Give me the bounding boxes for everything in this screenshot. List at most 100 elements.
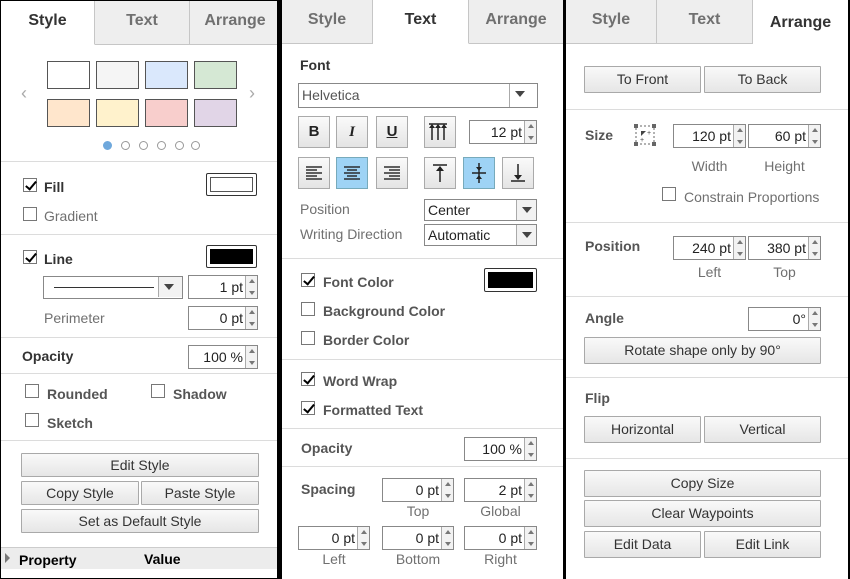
writing-direction-select[interactable]: Automatic <box>424 224 537 246</box>
swatch-light-orange[interactable] <box>47 99 90 127</box>
clear-waypoints-button[interactable]: Clear Waypoints <box>584 500 821 527</box>
chevron-left-icon[interactable]: ‹ <box>21 83 27 104</box>
perimeter-input[interactable]: 0 pt <box>188 306 258 330</box>
tab-style[interactable]: Style <box>566 0 657 44</box>
tab-arrange[interactable]: Arrange <box>190 1 277 45</box>
line-checkbox[interactable] <box>23 250 37 264</box>
tab-text[interactable]: Text <box>95 1 190 45</box>
stepper-icon[interactable] <box>808 308 820 330</box>
bold-button[interactable]: B <box>298 116 330 148</box>
stepper-icon[interactable] <box>357 527 369 549</box>
spacing-right-input[interactable]: 0 pt <box>464 526 537 550</box>
align-bottom-icon[interactable] <box>502 157 534 189</box>
page-dot[interactable] <box>139 141 148 150</box>
tab-text[interactable]: Text <box>373 0 469 44</box>
stepper-icon[interactable] <box>733 125 745 147</box>
align-middle-icon[interactable] <box>463 157 495 189</box>
page-dot-active[interactable] <box>103 141 112 150</box>
stepper-icon[interactable] <box>441 479 453 501</box>
stepper-icon[interactable] <box>524 479 536 501</box>
constrain-proportions-checkbox[interactable] <box>662 187 676 201</box>
stepper-icon[interactable] <box>245 346 257 368</box>
flip-horizontal-button[interactable]: Horizontal <box>584 416 701 443</box>
chevron-down-icon[interactable] <box>516 200 536 220</box>
page-dot[interactable] <box>175 141 184 150</box>
tab-style[interactable]: Style <box>1 1 95 45</box>
paste-style-button[interactable]: Paste Style <box>141 481 259 505</box>
italic-button[interactable]: I <box>336 116 368 148</box>
spacing-global-input[interactable]: 2 pt <box>464 478 537 502</box>
width-input[interactable]: 120 pt <box>673 124 746 148</box>
stepper-icon[interactable] <box>524 438 536 460</box>
text-position-select[interactable]: Center <box>424 199 537 221</box>
spacing-top-input[interactable]: 0 pt <box>382 478 454 502</box>
expand-icon[interactable] <box>5 553 10 563</box>
align-top-icon[interactable] <box>424 157 456 189</box>
stepper-icon[interactable] <box>733 237 745 259</box>
autosize-icon[interactable]: + + <box>634 124 656 151</box>
font-family-select[interactable]: Helvetica <box>298 83 538 108</box>
font-color-picker[interactable] <box>484 268 537 292</box>
swatch-light-red[interactable] <box>145 99 188 127</box>
edit-style-button[interactable]: Edit Style <box>21 453 259 477</box>
fill-color-picker[interactable] <box>206 173 257 196</box>
flip-vertical-button[interactable]: Vertical <box>704 416 821 443</box>
gradient-checkbox[interactable] <box>23 207 37 221</box>
background-color-checkbox[interactable] <box>301 302 315 316</box>
text-opacity-input[interactable]: 100 % <box>464 437 537 461</box>
page-dot[interactable] <box>157 141 166 150</box>
stepper-icon[interactable] <box>245 307 257 329</box>
stepper-icon[interactable] <box>808 125 820 147</box>
rotate-90-button[interactable]: Rotate shape only by 90° <box>584 337 821 364</box>
spacing-left-input[interactable]: 0 pt <box>298 526 370 550</box>
line-color-picker[interactable] <box>206 245 257 268</box>
top-input[interactable]: 380 pt <box>748 236 821 260</box>
vertical-text-icon[interactable] <box>424 116 456 148</box>
copy-size-button[interactable]: Copy Size <box>584 470 821 497</box>
chevron-down-icon[interactable] <box>516 225 536 245</box>
formatted-text-checkbox[interactable] <box>301 401 315 415</box>
set-default-style-button[interactable]: Set as Default Style <box>21 509 259 533</box>
swatch-light-yellow[interactable] <box>96 99 139 127</box>
page-dot[interactable] <box>121 141 130 150</box>
align-center-icon[interactable] <box>336 157 368 189</box>
swatch-light-gray[interactable] <box>96 61 139 89</box>
underline-button[interactable]: U <box>376 116 408 148</box>
align-right-icon[interactable] <box>376 157 408 189</box>
left-input[interactable]: 240 pt <box>673 236 746 260</box>
tab-text[interactable]: Text <box>657 0 753 44</box>
shadow-checkbox[interactable] <box>151 384 165 398</box>
swatch-light-blue[interactable] <box>145 61 188 89</box>
align-left-icon[interactable] <box>298 157 330 189</box>
tab-arrange[interactable]: Arrange <box>753 0 848 44</box>
line-pattern-select[interactable] <box>43 276 183 299</box>
spacing-bottom-input[interactable]: 0 pt <box>382 526 454 550</box>
stepper-icon[interactable] <box>441 527 453 549</box>
page-dot[interactable] <box>191 141 200 150</box>
border-color-checkbox[interactable] <box>301 331 315 345</box>
angle-input[interactable]: 0° <box>748 307 821 331</box>
edit-link-button[interactable]: Edit Link <box>704 531 821 558</box>
chevron-right-icon[interactable]: › <box>249 83 255 104</box>
stepper-icon[interactable] <box>245 276 257 298</box>
to-back-button[interactable]: To Back <box>704 66 821 93</box>
opacity-input[interactable]: 100 % <box>188 345 258 369</box>
swatch-white[interactable] <box>47 61 90 89</box>
height-input[interactable]: 60 pt <box>748 124 821 148</box>
word-wrap-checkbox[interactable] <box>301 372 315 386</box>
sketch-checkbox[interactable] <box>25 413 39 427</box>
font-color-checkbox[interactable] <box>301 273 315 287</box>
copy-style-button[interactable]: Copy Style <box>21 481 139 505</box>
chevron-down-icon[interactable] <box>158 277 182 297</box>
tab-arrange[interactable]: Arrange <box>469 0 563 44</box>
swatch-light-purple[interactable] <box>194 99 237 127</box>
chevron-down-icon[interactable] <box>509 84 537 107</box>
stepper-icon[interactable] <box>808 237 820 259</box>
swatch-light-green[interactable] <box>194 61 237 89</box>
font-size-input[interactable]: 12 pt <box>469 120 537 144</box>
stepper-icon[interactable] <box>524 527 536 549</box>
rounded-checkbox[interactable] <box>25 384 39 398</box>
fill-checkbox[interactable] <box>23 178 37 192</box>
line-width-input[interactable]: 1 pt <box>188 275 258 299</box>
edit-data-button[interactable]: Edit Data <box>584 531 701 558</box>
